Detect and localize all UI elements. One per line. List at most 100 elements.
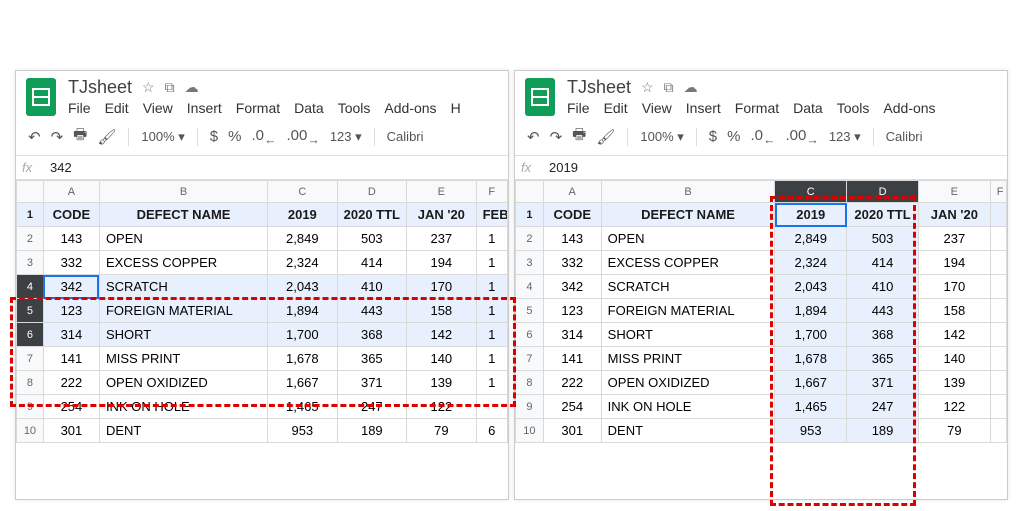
cell[interactable] (990, 395, 1006, 419)
cell[interactable]: INK ON HOLE (601, 395, 775, 419)
row-header[interactable]: 5 (17, 299, 44, 323)
col-header-e[interactable]: E (407, 181, 477, 203)
cell[interactable]: 140 (407, 347, 477, 371)
cell[interactable]: 503 (847, 227, 919, 251)
row-header[interactable]: 1 (516, 203, 544, 227)
menu-view[interactable]: View (143, 100, 173, 116)
cell[interactable]: 1,678 (268, 347, 338, 371)
cell[interactable]: 141 (543, 347, 601, 371)
cell[interactable]: 1 (476, 251, 507, 275)
cell[interactable]: 123 (43, 299, 99, 323)
row-header[interactable]: 4 (516, 275, 544, 299)
print-icon[interactable]: 🖶 (73, 124, 87, 149)
select-all-corner[interactable] (516, 181, 544, 203)
cell[interactable]: 953 (775, 419, 847, 443)
menu-tools[interactable]: Tools (338, 100, 371, 116)
cell[interactable]: 247 (337, 395, 407, 419)
menu-edit[interactable]: Edit (105, 100, 129, 116)
cell[interactable]: 237 (407, 227, 477, 251)
cell[interactable]: 332 (43, 251, 99, 275)
cell[interactable]: DEFECT NAME (99, 203, 267, 227)
cell[interactable]: 123 (543, 299, 601, 323)
cell[interactable]: 314 (543, 323, 601, 347)
cell[interactable]: MISS PRINT (601, 347, 775, 371)
cell[interactable]: INK ON HOLE (99, 395, 267, 419)
cell[interactable]: 189 (337, 419, 407, 443)
cell[interactable]: 342 (43, 275, 99, 299)
cell[interactable]: 1 (476, 347, 507, 371)
cell[interactable]: 222 (43, 371, 99, 395)
dec-decrease-icon[interactable]: .0← (750, 127, 775, 147)
currency-icon[interactable]: $ (210, 128, 218, 145)
cell[interactable] (990, 275, 1006, 299)
cell[interactable]: 143 (43, 227, 99, 251)
menu-format[interactable]: Format (735, 100, 779, 116)
cell[interactable]: 189 (847, 419, 919, 443)
menu-partial[interactable]: H (451, 100, 461, 116)
cell[interactable]: 368 (847, 323, 919, 347)
move-icon[interactable]: ⧉ (664, 79, 674, 96)
zoom-select[interactable]: 100% ▾ (141, 129, 184, 145)
cell[interactable]: 503 (337, 227, 407, 251)
redo-icon[interactable]: ↷ (550, 128, 563, 146)
col-header-d[interactable]: D (337, 181, 407, 203)
menu-insert[interactable]: Insert (686, 100, 721, 116)
cell[interactable] (990, 371, 1006, 395)
cell[interactable]: 1,667 (268, 371, 338, 395)
cell[interactable]: 2,324 (775, 251, 847, 275)
zoom-select[interactable]: 100% ▾ (640, 129, 683, 145)
cell[interactable]: 365 (337, 347, 407, 371)
cell[interactable]: 142 (407, 323, 477, 347)
col-header-a[interactable]: A (543, 181, 601, 203)
cell[interactable]: 247 (847, 395, 919, 419)
row-header[interactable]: 3 (516, 251, 544, 275)
cell[interactable]: JAN '20 (407, 203, 477, 227)
row-header[interactable]: 5 (516, 299, 544, 323)
cell[interactable]: FOREIGN MATERIAL (99, 299, 267, 323)
cell[interactable]: 301 (43, 419, 99, 443)
cell[interactable]: 254 (543, 395, 601, 419)
cell[interactable]: 143 (543, 227, 601, 251)
cell[interactable]: 2019 (775, 203, 847, 227)
row-header[interactable]: 3 (17, 251, 44, 275)
cell[interactable]: 365 (847, 347, 919, 371)
row-header[interactable]: 8 (516, 371, 544, 395)
cell[interactable]: 371 (847, 371, 919, 395)
cell[interactable] (990, 251, 1006, 275)
move-icon[interactable]: ⧉ (165, 79, 175, 96)
redo-icon[interactable]: ↷ (51, 128, 64, 146)
paint-format-icon[interactable]: 🖌 (97, 128, 116, 146)
col-header-d[interactable]: D (847, 181, 919, 203)
cell[interactable]: OPEN (99, 227, 267, 251)
row-header[interactable]: 10 (516, 419, 544, 443)
cell[interactable]: SCRATCH (99, 275, 267, 299)
cell[interactable] (990, 419, 1006, 443)
dec-increase-icon[interactable]: .00→ (286, 127, 319, 147)
cell[interactable]: 368 (337, 323, 407, 347)
formula-value[interactable]: 2019 (549, 160, 578, 175)
cell[interactable]: 2019 (268, 203, 338, 227)
cell[interactable]: 1 (476, 275, 507, 299)
cell[interactable]: 1,678 (775, 347, 847, 371)
menu-insert[interactable]: Insert (187, 100, 222, 116)
cell[interactable]: 142 (918, 323, 990, 347)
cell[interactable] (476, 395, 507, 419)
cell[interactable]: 254 (43, 395, 99, 419)
cell[interactable]: 6 (476, 419, 507, 443)
cell[interactable]: 194 (407, 251, 477, 275)
font-select[interactable]: Calibri (387, 129, 424, 144)
cell[interactable]: 2,043 (268, 275, 338, 299)
cell[interactable]: 2,324 (268, 251, 338, 275)
row-header[interactable]: 2 (516, 227, 544, 251)
cell[interactable]: 139 (918, 371, 990, 395)
cell[interactable]: EXCESS COPPER (601, 251, 775, 275)
cell[interactable]: 443 (847, 299, 919, 323)
cell[interactable]: DENT (601, 419, 775, 443)
cell[interactable]: 953 (268, 419, 338, 443)
cell[interactable]: 2020 TTL (337, 203, 407, 227)
row-header[interactable]: 4 (17, 275, 44, 299)
cell[interactable]: MISS PRINT (99, 347, 267, 371)
row-header[interactable]: 1 (17, 203, 44, 227)
doc-title[interactable]: TJsheet (567, 77, 631, 98)
font-select[interactable]: Calibri (886, 129, 923, 144)
